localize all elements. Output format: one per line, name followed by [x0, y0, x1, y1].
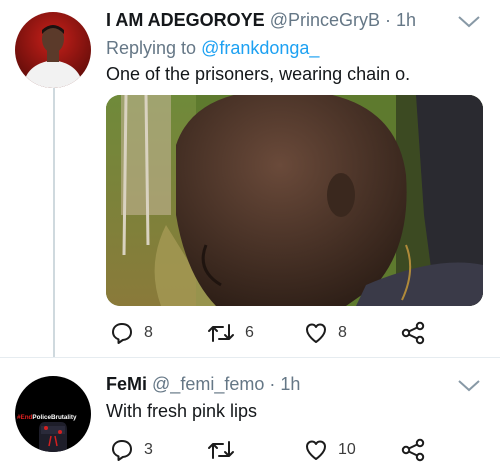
reply-count: 3 [144, 441, 153, 458]
avatar[interactable]: #EndPoliceBrutality [15, 376, 91, 452]
retweet-count: 6 [245, 324, 254, 341]
reply-button[interactable]: 3 [110, 435, 153, 465]
reply-icon [112, 440, 132, 461]
tweet-header: FeMi @_femi_femo · 1h [106, 374, 300, 395]
tweet-header: I AM ADEGOROYE @PrinceGryB · 1h [106, 10, 416, 31]
header-separator: · [269, 374, 276, 394]
user-handle[interactable]: @_femi_femo [152, 374, 264, 394]
replying-to: Replying to @frankdonga_ [106, 38, 319, 59]
replying-to-label: Replying to [106, 38, 197, 58]
header-separator: · [385, 10, 392, 30]
share-button[interactable] [400, 318, 426, 348]
heart-icon [306, 440, 326, 460]
timestamp[interactable]: 1h [396, 10, 416, 30]
chevron-down-icon[interactable] [456, 378, 482, 394]
retweet-button[interactable]: 6 [207, 318, 254, 348]
chevron-down-icon[interactable] [456, 14, 482, 30]
tweet-text: With fresh pink lips [106, 401, 258, 421]
tweet-1[interactable]: I AM ADEGOROYE @PrinceGryB · 1h Replying… [0, 0, 500, 358]
media-image [106, 95, 483, 306]
like-button[interactable]: 10 [304, 435, 356, 465]
user-handle[interactable]: @PrinceGryB [270, 10, 380, 30]
reply-count: 8 [144, 324, 153, 341]
share-icon [401, 438, 425, 462]
thread-line [53, 88, 55, 358]
like-button[interactable]: 8 [304, 318, 347, 348]
avatar[interactable] [15, 12, 91, 88]
avatar-image [15, 12, 91, 88]
retweet-icon [208, 441, 234, 459]
share-button[interactable] [400, 435, 426, 465]
share-icon [401, 321, 425, 345]
reply-button[interactable]: 8 [110, 318, 153, 348]
retweet-button[interactable] [207, 435, 245, 465]
tweet-2[interactable]: #EndPoliceBrutality FeMi @_femi_femo · 1… [0, 358, 500, 469]
display-name[interactable]: I AM ADEGOROYE [106, 10, 265, 30]
replying-to-handle[interactable]: @frankdonga_ [201, 38, 319, 58]
svg-text:#EndPoliceBrutality: #EndPoliceBrutality [17, 414, 77, 421]
like-count: 10 [338, 441, 356, 458]
tweet-text: One of the prisoners, wearing chain o. [106, 64, 411, 84]
tweet-actions: 8 6 8 [106, 318, 486, 348]
timestamp[interactable]: 1h [280, 374, 300, 394]
display-name[interactable]: FeMi [106, 374, 147, 394]
tweet-media[interactable] [106, 95, 483, 306]
retweet-icon [208, 324, 234, 342]
heart-icon [306, 323, 326, 343]
reply-icon [112, 323, 132, 344]
tweet-actions: 3 10 [106, 435, 486, 465]
avatar-image: #EndPoliceBrutality [15, 376, 91, 452]
like-count: 8 [338, 324, 347, 341]
